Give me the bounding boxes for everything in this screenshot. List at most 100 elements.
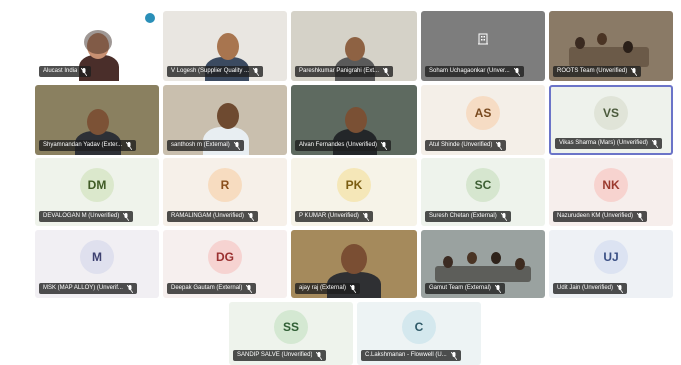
- participant-tile[interactable]: Pareshkumar Panigrahi (Ext...: [291, 11, 417, 81]
- participant-name: Deepak Gautam (External): [171, 285, 243, 291]
- participant-name-bar: ROOTS Team (Unverified): [553, 66, 642, 77]
- avatar: C: [402, 310, 436, 345]
- mic-muted-icon: [246, 284, 253, 293]
- person-hair: [84, 30, 112, 54]
- participant-name: santhosh m (External): [171, 142, 230, 148]
- mic-muted-icon: [233, 141, 240, 150]
- participant-tile[interactable]: Alucast India: [35, 11, 159, 81]
- meeting-gallery: Alucast India V Logesh (Supplier Quality…: [0, 0, 681, 365]
- participant-name: V Logesh (Supplier Quality ...: [171, 68, 250, 74]
- participant-name-bar: Vikas Sharma (Mars) (Unverified): [555, 138, 662, 149]
- person-head: [217, 33, 239, 60]
- participant-tile[interactable]: santhosh m (External): [163, 85, 287, 155]
- participant-name-bar: Alucast India: [39, 66, 92, 77]
- participant-tile[interactable]: NK Nazurudeen KM (Unverified): [549, 158, 673, 226]
- avatar: DG: [208, 240, 242, 275]
- person-head: [443, 256, 453, 268]
- participant-name-bar: Soham Uchagaonkar (Unver...: [425, 66, 524, 77]
- participant-tile[interactable]: PK P KUMAR (Unverified): [291, 158, 417, 226]
- participant-tile[interactable]: Alvan Fernandes (Unverified): [291, 85, 417, 155]
- participant-tile[interactable]: UJ Udit Jain (Unverified): [549, 230, 673, 298]
- participant-name-bar: Pareshkumar Panigrahi (Ext...: [295, 66, 394, 77]
- participant-name: Nazurudeen KM (Unverified): [557, 213, 634, 219]
- participant-name-bar: SANDIP SALVE (Unverified): [233, 350, 327, 361]
- avatar: M: [80, 240, 114, 275]
- participant-name: RAMALINGAM (Unverified): [171, 213, 245, 219]
- participant-name-bar: Atul Shinde (Unverified): [425, 140, 507, 151]
- person-head: [515, 258, 525, 270]
- mic-muted-icon: [651, 139, 658, 148]
- participant-name-bar: Udit Jain (Unverified): [553, 283, 628, 294]
- participant-tile[interactable]: V Logesh (Supplier Quality ...: [163, 11, 287, 81]
- shared-slide-header: [35, 11, 159, 25]
- mic-muted-icon: [381, 141, 388, 150]
- participant-name: Gamut Team (External): [429, 285, 491, 291]
- participant-tile[interactable]: DM DEVALOGAN M (Unverified): [35, 158, 159, 226]
- person-head: [87, 109, 109, 135]
- mic-muted-icon: [350, 284, 357, 293]
- mic-muted-icon: [450, 351, 457, 360]
- participant-tile[interactable]: AS Atul Shinde (Unverified): [421, 85, 545, 155]
- avatar: NK: [594, 168, 628, 203]
- participant-tile[interactable]: Gamut Team (External): [421, 230, 545, 298]
- person-head: [345, 37, 365, 61]
- avatar: VS: [594, 96, 628, 131]
- avatar: DM: [80, 168, 114, 203]
- person-head: [467, 252, 477, 264]
- person-head: [491, 252, 501, 264]
- participant-name-bar: Gamut Team (External): [425, 283, 505, 294]
- participant-tile[interactable]: ROOTS Team (Unverified): [549, 11, 673, 81]
- presentation-logo-icon: [145, 13, 155, 23]
- building-icon: [478, 33, 488, 45]
- participant-name: Vikas Sharma (Mars) (Unverified): [559, 140, 648, 146]
- participant-tile[interactable]: Shyamnandan Yadav (Exter...: [35, 85, 159, 155]
- participant-tile[interactable]: SS SANDIP SALVE (Unverified): [229, 302, 353, 365]
- participant-name-bar: MSK (MAP ALLOY) (Unverif...: [39, 283, 137, 294]
- participant-name: SANDIP SALVE (Unverified): [237, 352, 313, 358]
- person-head: [345, 107, 367, 133]
- participant-tile[interactable]: Soham Uchagaonkar (Unver...: [421, 11, 545, 81]
- participant-name-bar: santhosh m (External): [167, 140, 244, 151]
- mic-muted-icon: [631, 67, 638, 76]
- mic-muted-icon: [123, 212, 130, 221]
- mic-muted-icon: [248, 212, 255, 221]
- participant-name: Udit Jain (Unverified): [557, 285, 614, 291]
- person-head: [597, 33, 607, 45]
- participant-tile-selected[interactable]: VS Vikas Sharma (Mars) (Unverified): [549, 85, 673, 155]
- avatar: SS: [274, 310, 308, 345]
- participant-name-bar: DEVALOGAN M (Unverified): [39, 211, 134, 222]
- person-head: [623, 41, 633, 53]
- mic-muted-icon: [617, 284, 624, 293]
- mic-muted-icon: [496, 141, 503, 150]
- participant-tile[interactable]: ajay raj (External): [291, 230, 417, 298]
- participant-name-bar: P KUMAR (Unverified): [295, 211, 373, 222]
- participant-name-bar: Shyamnandan Yadav (Exter...: [39, 140, 137, 151]
- mic-muted-icon: [253, 67, 260, 76]
- mic-muted-icon: [637, 212, 644, 221]
- participant-tile[interactable]: M MSK (MAP ALLOY) (Unverif...: [35, 230, 159, 298]
- person-head: [341, 244, 367, 274]
- participant-name-bar: Deepak Gautam (External): [167, 283, 257, 294]
- participant-name: Soham Uchagaonkar (Unver...: [429, 68, 510, 74]
- mic-muted-icon: [81, 67, 88, 76]
- participant-tile[interactable]: SC Suresh Chetan (External): [421, 158, 545, 226]
- person-head: [217, 103, 239, 129]
- participant-tile[interactable]: DG Deepak Gautam (External): [163, 230, 287, 298]
- participant-name: Alucast India: [43, 68, 78, 74]
- participant-name-bar: RAMALINGAM (Unverified): [167, 211, 259, 222]
- mic-muted-icon: [513, 67, 520, 76]
- mic-muted-icon: [500, 212, 507, 221]
- participant-name: Alvan Fernandes (Unverified): [299, 142, 378, 148]
- meeting-room-table: [569, 47, 649, 67]
- participant-name: P KUMAR (Unverified): [299, 213, 359, 219]
- participant-tile[interactable]: C C.Lakshmanan - Flowwell (U...: [357, 302, 481, 365]
- avatar: PK: [337, 168, 371, 203]
- participant-name: Atul Shinde (Unverified): [429, 142, 493, 148]
- participant-name: Pareshkumar Panigrahi (Ext...: [299, 68, 380, 74]
- participant-name: MSK (MAP ALLOY) (Unverif...: [43, 285, 123, 291]
- participant-tile[interactable]: R RAMALINGAM (Unverified): [163, 158, 287, 226]
- participant-name-bar: Suresh Chetan (External): [425, 211, 511, 222]
- participant-name-bar: C.Lakshmanan - Flowwell (U...: [361, 350, 461, 361]
- participant-name: C.Lakshmanan - Flowwell (U...: [365, 352, 447, 358]
- participant-name: Suresh Chetan (External): [429, 213, 497, 219]
